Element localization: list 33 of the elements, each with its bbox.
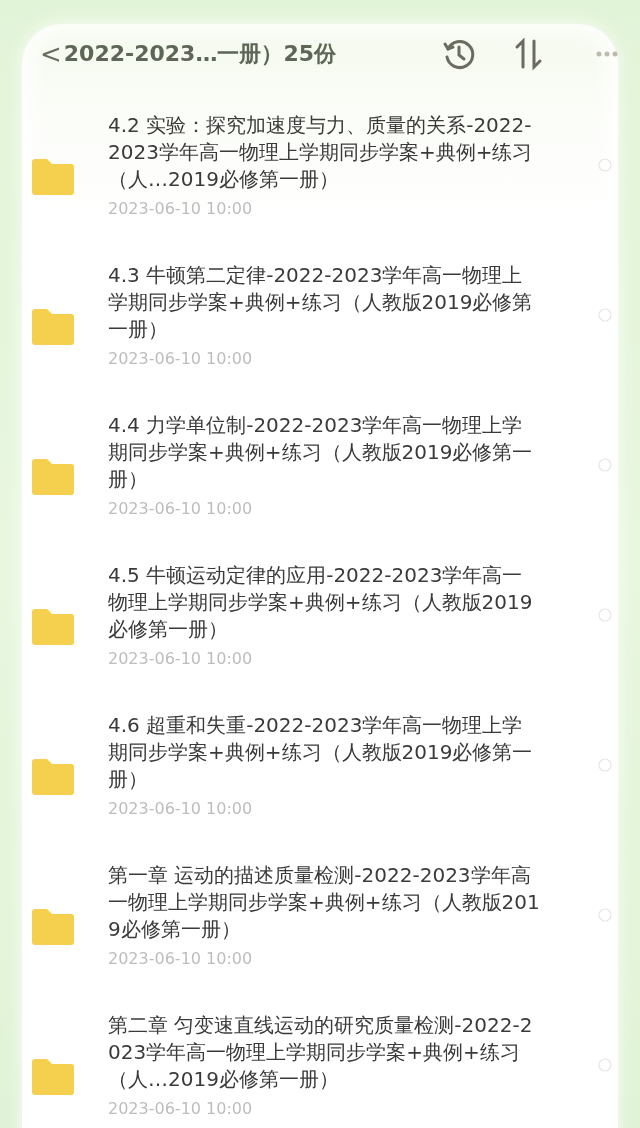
file-date: 2023-06-10 10:00 xyxy=(108,349,254,368)
file-title[interactable]: 第一章 运动的描述质量检测-2022-2023学年高一物理上学期同步学案+典例+练习（人教版2019必修第一册） xyxy=(108,862,540,943)
select-circle-icon[interactable] xyxy=(598,908,612,922)
folder-icon xyxy=(30,306,76,346)
file-title[interactable]: 4.5 牛顿运动定律的应用-2022-2023学年高一物理上学期同步学案+典例+练习（人教版2019必修第一册） xyxy=(108,562,540,643)
select-circle-icon[interactable] xyxy=(598,458,612,472)
select-circle-icon[interactable] xyxy=(598,758,612,772)
select-circle-icon[interactable] xyxy=(598,608,612,622)
file-title[interactable]: 第二章 匀变速直线运动的研究质量检测-2022-2023学年高一物理上学期同步学案+典例+练习（人…2019必修第一册） xyxy=(108,1012,540,1093)
file-title[interactable]: 4.3 牛顿第二定律-2022-2023学年高一物理上学期同步学案+典例+练习（人教版2019必修第一册） xyxy=(108,262,540,343)
folder-icon xyxy=(30,756,76,796)
folder-icon xyxy=(30,1056,76,1096)
history-icon[interactable] xyxy=(442,37,476,71)
back-button[interactable]: < xyxy=(40,41,62,67)
file-title[interactable]: 4.6 超重和失重-2022-2023学年高一物理上学期同步学案+典例+练习（人教版2019必修第一册） xyxy=(108,712,540,793)
folder-icon xyxy=(30,456,76,496)
file-title[interactable]: 4.2 实验：探究加速度与力、质量的关系-2022-2023学年高一物理上学期同步学案+典例+练习（人…2019必修第一册） xyxy=(108,112,540,193)
more-icon[interactable] xyxy=(596,50,618,58)
select-circle-icon[interactable] xyxy=(598,308,612,322)
select-circle-icon[interactable] xyxy=(598,158,612,172)
file-title[interactable]: 4.4 力学单位制-2022-2023学年高一物理上学期同步学案+典例+练习（人教版2019必修第一册） xyxy=(108,412,540,493)
file-date: 2023-06-10 10:00 xyxy=(108,1099,254,1118)
select-circle-icon[interactable] xyxy=(598,1058,612,1072)
folder-icon xyxy=(30,606,76,646)
file-date: 2023-06-10 10:00 xyxy=(108,499,254,518)
file-date: 2023-06-10 10:00 xyxy=(108,949,254,968)
file-date: 2023-06-10 10:00 xyxy=(108,199,254,218)
folder-title: 2022-2023…一册）25份 xyxy=(63,40,337,68)
folder-icon xyxy=(30,156,76,196)
file-date: 2023-06-10 10:00 xyxy=(108,649,254,668)
file-date: 2023-06-10 10:00 xyxy=(108,799,254,818)
sort-icon[interactable] xyxy=(514,37,544,71)
folder-icon xyxy=(30,906,76,946)
